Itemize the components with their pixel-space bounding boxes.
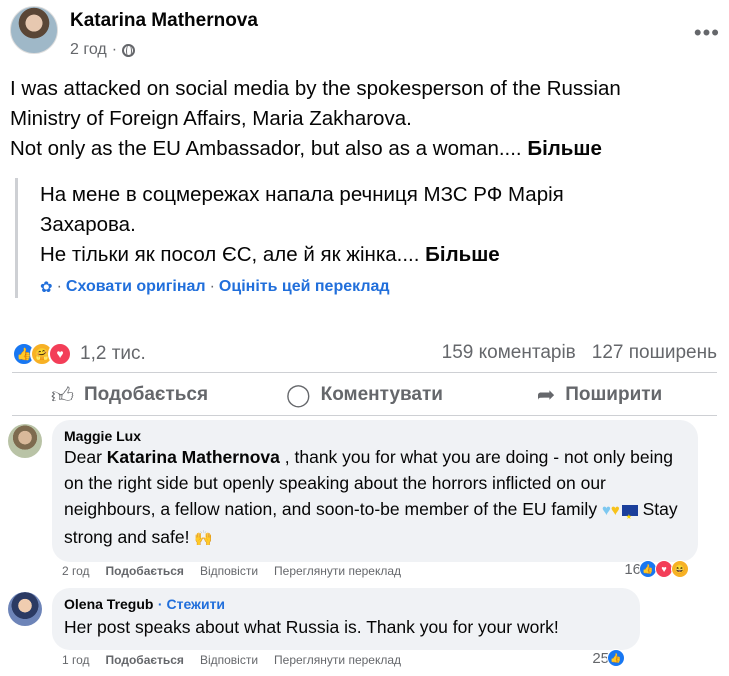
post-time[interactable]: 2 год	[70, 41, 107, 59]
translation-line: Захарова.	[40, 213, 136, 236]
comment-text: Her post speaks about what Russia is. Th…	[64, 617, 559, 637]
view-translation-link[interactable]: Переглянути переклад	[274, 564, 401, 578]
commenter-name[interactable]: Olena Tregub	[64, 596, 153, 612]
translation-line: На мене в соцмережах напала речниця МЗС …	[40, 183, 564, 206]
blue-heart-icon: ♥	[601, 502, 611, 519]
view-translation-link[interactable]: Переглянути переклад	[274, 653, 401, 667]
comment-like-button[interactable]: Подобається	[106, 653, 184, 667]
separator: ·	[56, 278, 62, 295]
post-header: Katarina Mathernova 2 год · •••	[10, 6, 720, 62]
love-reaction-icon: ♥	[48, 342, 72, 366]
reactions-summary[interactable]: 👍 🤗 ♥ 1,2 тис.	[12, 342, 146, 366]
gear-icon: ✿	[40, 279, 53, 296]
post-text-line: I was attacked on social media by the sp…	[10, 77, 621, 100]
comment-text-segment: Dear	[64, 447, 107, 467]
comment: Olena Tregub · Стежити Her post speaks a…	[8, 588, 713, 673]
commenter-avatar[interactable]	[8, 592, 42, 626]
post-action-bar: 👍︎ Подобається ◯ Коментувати ➦ Поширити	[12, 377, 717, 413]
comments-count[interactable]: 159 коментарів	[442, 342, 576, 364]
yellow-heart-icon: ♥	[610, 502, 620, 519]
eu-flag-icon	[621, 504, 638, 531]
globe-icon	[122, 43, 136, 57]
reaction-count[interactable]: 1,2 тис.	[80, 343, 146, 365]
author-avatar[interactable]	[10, 6, 58, 54]
translation-actions: ✿ · Сховати оригінал · Оцініть цей перек…	[40, 276, 715, 298]
raising-hands-icon: 🙌	[194, 530, 214, 547]
comment-reply-button[interactable]: Відповісти	[200, 653, 258, 667]
comment-bubble-icon: ◯	[285, 382, 311, 407]
like-reaction-icon: 👍	[607, 649, 625, 667]
commenter-avatar[interactable]	[8, 424, 42, 458]
commenter-name[interactable]: Maggie Lux	[64, 428, 686, 444]
comment-reactions[interactable]: 25 👍	[592, 649, 625, 667]
shares-count[interactable]: 127 поширень	[592, 342, 717, 364]
see-more-link[interactable]: Більше	[527, 137, 602, 160]
divider	[12, 415, 717, 416]
haha-reaction-icon: 😆	[671, 560, 689, 578]
more-options-icon[interactable]: •••	[694, 20, 720, 46]
post-text-segment: Not only as the EU Ambassador, but also …	[10, 137, 522, 160]
translation-segment: Не тільки як посол ЄС, але й як жінка...…	[40, 243, 420, 266]
like-button[interactable]: 👍︎ Подобається	[12, 377, 247, 413]
dot-separator: ·	[111, 41, 118, 58]
comment-meta: 1 год Подобається Відповісти Переглянути…	[62, 653, 401, 667]
separator: ·	[209, 278, 215, 295]
comment-time[interactable]: 1 год	[62, 653, 90, 667]
comment-label: Коментувати	[320, 384, 443, 405]
commenter-header: Olena Tregub · Стежити	[64, 596, 628, 614]
translation-text: На мене в соцмережах напала речниця МЗС …	[40, 178, 715, 270]
comment-bubble: Olena Tregub · Стежити Her post speaks a…	[52, 588, 640, 650]
post-stats: 👍 🤗 ♥ 1,2 тис. 159 коментарів 127 пошире…	[12, 340, 717, 368]
hide-original-link[interactable]: Сховати оригінал	[66, 278, 206, 296]
follow-link[interactable]: · Стежити	[158, 596, 225, 612]
translation-block: На мене в соцмережах напала речниця МЗС …	[15, 178, 715, 298]
post-meta: 2 год ·	[70, 41, 136, 59]
post-text-line: Not only as the EU Ambassador, but also …	[10, 134, 715, 164]
post-text-line: Ministry of Foreign Affairs, Maria Zakha…	[10, 107, 412, 130]
comment-time[interactable]: 2 год	[62, 564, 90, 578]
share-label: Поширити	[565, 384, 663, 405]
comment: Maggie Lux Dear Katarina Mathernova , th…	[8, 420, 713, 585]
rate-translation-link[interactable]: Оцініть цей переклад	[219, 278, 390, 296]
comment-reply-button[interactable]: Відповісти	[200, 564, 258, 578]
share-button[interactable]: ➦ Поширити	[482, 377, 717, 413]
comment-meta: 2 год Подобається Відповісти Переглянути…	[62, 564, 401, 578]
thumbs-up-icon: 👍︎	[50, 382, 74, 408]
translation-line: Не тільки як посол ЄС, але й як жінка...…	[40, 240, 715, 270]
comment-bubble: Maggie Lux Dear Katarina Mathernova , th…	[52, 420, 698, 562]
stats-right: 159 коментарів 127 поширень	[442, 342, 717, 364]
author-name[interactable]: Katarina Mathernova	[70, 10, 258, 32]
post-body: I was attacked on social media by the sp…	[10, 74, 715, 164]
like-label: Подобається	[83, 384, 209, 405]
comment-reactions[interactable]: 16 👍 ♥ 😆	[624, 560, 689, 578]
translation-see-more-link[interactable]: Більше	[425, 243, 500, 266]
comment-like-button[interactable]: Подобається	[106, 564, 184, 578]
comment-text: Dear Katarina Mathernova , thank you for…	[64, 444, 686, 552]
share-arrow-icon: ➦	[536, 382, 556, 407]
comment-button[interactable]: ◯ Коментувати	[247, 377, 482, 413]
divider	[12, 372, 717, 373]
mention-link[interactable]: Katarina Mathernova	[107, 447, 280, 467]
